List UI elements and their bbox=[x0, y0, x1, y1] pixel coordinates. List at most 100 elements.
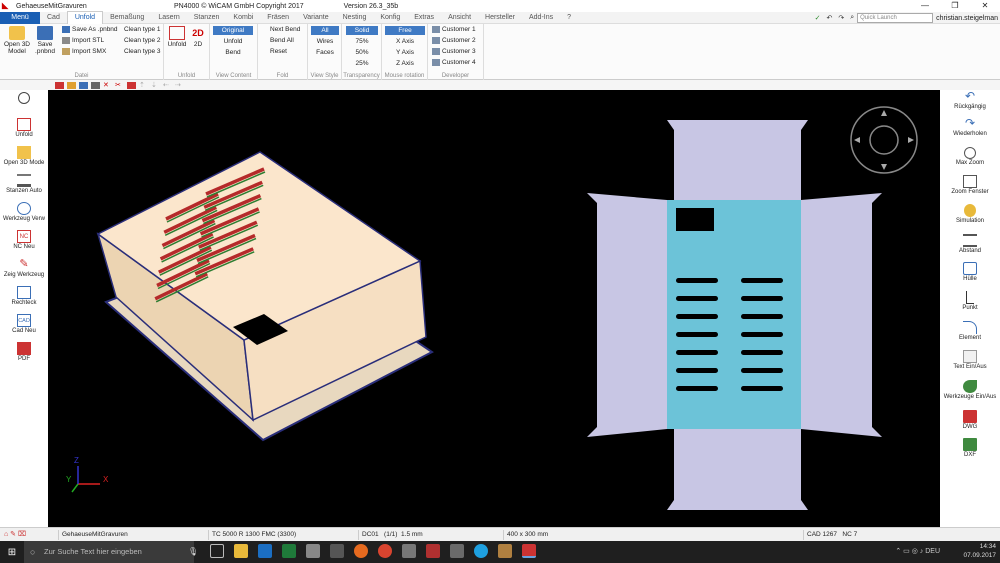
minimize-button[interactable]: — bbox=[910, 0, 940, 12]
app-icon-4[interactable] bbox=[450, 544, 464, 558]
tab-add-ins[interactable]: Add-Ins bbox=[522, 12, 560, 24]
maximize-button[interactable]: ❐ bbox=[940, 0, 970, 12]
clean-type-1-button[interactable]: Clean type 1 bbox=[124, 25, 161, 35]
clock[interactable]: 14:34 07.09.2017 bbox=[963, 542, 996, 560]
view-unfold-toggle[interactable]: Unfold bbox=[213, 37, 253, 46]
check-icon[interactable]: ✓ bbox=[815, 14, 821, 22]
bend-all-button[interactable]: Bend All bbox=[270, 36, 294, 46]
redo-icon[interactable]: ↷ bbox=[838, 14, 844, 22]
right-tool-simulation[interactable]: Simulation bbox=[940, 204, 1000, 225]
customer-2-button[interactable]: Customer 2 bbox=[432, 36, 476, 46]
left-tool-werkzeug-verw[interactable]: Werkzeug Verw bbox=[0, 202, 48, 223]
chrome-icon[interactable] bbox=[378, 544, 392, 558]
app-icon-1[interactable] bbox=[306, 544, 320, 558]
delete-icon[interactable]: ✕ bbox=[103, 82, 112, 89]
rotation-y-toggle[interactable]: Y Axis bbox=[385, 48, 425, 57]
file-explorer-icon[interactable] bbox=[234, 544, 248, 558]
save-as-button[interactable]: Save As .pnbnd bbox=[62, 25, 118, 35]
style-all-toggle[interactable]: All bbox=[311, 26, 339, 35]
tab-bemassung[interactable]: Bemaßung bbox=[103, 12, 151, 24]
right-tool-element[interactable]: Element bbox=[940, 321, 1000, 342]
task-view-icon[interactable] bbox=[210, 544, 224, 558]
style-wires-toggle[interactable]: Wires bbox=[311, 37, 339, 46]
import-stl-button[interactable]: Import STL bbox=[62, 36, 104, 46]
2d-button[interactable]: 2D 2D bbox=[190, 26, 206, 48]
open-3d-model-button[interactable]: Open 3D Model bbox=[2, 26, 32, 55]
right-tool-zoom-window[interactable]: Zoom Fenster bbox=[940, 175, 1000, 196]
save-button[interactable]: Save .pnbnd bbox=[34, 26, 56, 55]
calculator-icon[interactable] bbox=[402, 544, 416, 558]
move-up-icon[interactable]: ⇡ bbox=[139, 82, 148, 89]
tab-variante[interactable]: Variante bbox=[296, 12, 336, 24]
view-original-toggle[interactable]: Original bbox=[213, 26, 253, 35]
transparency-solid-toggle[interactable]: Solid bbox=[346, 26, 378, 35]
save-icon[interactable] bbox=[79, 81, 88, 89]
skype-icon[interactable] bbox=[474, 544, 488, 558]
app-icon-2[interactable] bbox=[330, 544, 344, 558]
import-smx-button[interactable]: Import SMX bbox=[62, 47, 106, 57]
rotation-z-toggle[interactable]: Z Axis bbox=[385, 59, 425, 68]
firefox-icon[interactable] bbox=[354, 544, 368, 558]
clean-type-3-button[interactable]: Clean type 3 bbox=[124, 47, 161, 57]
transparency-25-toggle[interactable]: 25% bbox=[346, 59, 378, 68]
tab-konfig[interactable]: Konfig bbox=[373, 12, 407, 24]
tab-nesting[interactable]: Nesting bbox=[336, 12, 374, 24]
excel-icon[interactable] bbox=[282, 544, 296, 558]
view-bend-toggle[interactable]: Bend bbox=[213, 48, 253, 57]
app-icon-5[interactable] bbox=[498, 544, 512, 558]
left-tool-stanzen-auto[interactable]: Stanzen Auto bbox=[0, 174, 48, 195]
clean-type-2-button[interactable]: Clean type 2 bbox=[124, 36, 161, 46]
view-navigator[interactable] bbox=[850, 106, 918, 174]
left-tool-nc-neu[interactable]: NC NC Neu bbox=[0, 230, 48, 251]
tab-help[interactable]: ? bbox=[560, 12, 578, 24]
system-tray-icons[interactable]: ⌃ ▭ ◎ ♪ DEU bbox=[895, 547, 940, 555]
right-tool-dxf[interactable]: DXF bbox=[940, 438, 1000, 459]
tab-stanzen[interactable]: Stanzen bbox=[187, 12, 227, 24]
tab-cad[interactable]: Cad bbox=[40, 12, 67, 24]
nav-down-arrow-icon[interactable] bbox=[881, 164, 887, 170]
customer-4-button[interactable]: Customer 4 bbox=[432, 58, 476, 68]
rotation-free-toggle[interactable]: Free bbox=[385, 26, 425, 35]
right-tool-point[interactable]: Punkt bbox=[940, 291, 1000, 312]
new-icon[interactable] bbox=[55, 81, 64, 89]
nav-up-arrow-icon[interactable] bbox=[881, 110, 887, 116]
tab-lasern[interactable]: Lasern bbox=[151, 12, 186, 24]
next-bend-button[interactable]: Next Bend bbox=[270, 25, 300, 35]
cut-icon[interactable]: ✂ bbox=[115, 82, 124, 89]
left-tool-pdf[interactable]: PDF bbox=[0, 342, 48, 363]
left-tool-cad-neu[interactable]: CAD Cad Neu bbox=[0, 314, 48, 335]
3d-viewport[interactable]: X Y Z bbox=[48, 90, 940, 527]
quick-launch-input[interactable]: Quick Launch bbox=[857, 13, 934, 23]
undo-icon[interactable]: ↶ bbox=[826, 14, 832, 22]
tab-extras[interactable]: Extras bbox=[407, 12, 441, 24]
rotation-x-toggle[interactable]: X Axis bbox=[385, 37, 425, 46]
app-icon-3[interactable] bbox=[426, 544, 440, 558]
left-tool-unfold[interactable]: Unfold bbox=[0, 118, 48, 139]
right-tool-distance[interactable]: Abstand bbox=[940, 234, 1000, 255]
flat-pattern[interactable] bbox=[587, 120, 882, 510]
microphone-icon[interactable]: 🎙 bbox=[188, 547, 198, 556]
tab-hersteller[interactable]: Hersteller bbox=[478, 12, 522, 24]
left-tool-zeig-werkzeug[interactable]: ✎ Zeig Werkzeug bbox=[0, 258, 48, 279]
style-faces-toggle[interactable]: Faces bbox=[311, 48, 339, 57]
right-tool-dwg[interactable]: DWG bbox=[940, 410, 1000, 431]
right-tool-max-zoom[interactable]: Max Zoom bbox=[940, 147, 1000, 167]
right-tool-tools-toggle[interactable]: Werkzeuge Ein/Aus bbox=[940, 380, 1000, 401]
main-menu-button[interactable]: Menü bbox=[0, 11, 40, 24]
nav-right-arrow-icon[interactable] bbox=[908, 137, 914, 143]
enclosure-3d-model[interactable] bbox=[96, 151, 434, 442]
tab-fraesen[interactable]: Fräsen bbox=[260, 12, 296, 24]
customer-1-button[interactable]: Customer 1 bbox=[432, 25, 476, 35]
print-icon[interactable] bbox=[91, 81, 100, 89]
tab-kombi[interactable]: Kombi bbox=[226, 12, 260, 24]
reset-button[interactable]: Reset bbox=[270, 47, 287, 57]
right-tool-text-toggle[interactable]: Text Ein/Aus bbox=[940, 350, 1000, 371]
unfold-button[interactable]: Unfold bbox=[166, 26, 188, 48]
zoom-tool-button[interactable] bbox=[0, 92, 48, 105]
right-tool-redo[interactable]: ↷ Wiederholen bbox=[940, 117, 1000, 138]
outlook-icon[interactable] bbox=[258, 544, 272, 558]
transparency-75-toggle[interactable]: 75% bbox=[346, 37, 378, 46]
move-down-icon[interactable]: ⇣ bbox=[151, 82, 160, 89]
taskbar-search[interactable]: ○ Zur Suche Text hier eingeben bbox=[24, 541, 194, 563]
customer-3-button[interactable]: Customer 3 bbox=[432, 47, 476, 57]
